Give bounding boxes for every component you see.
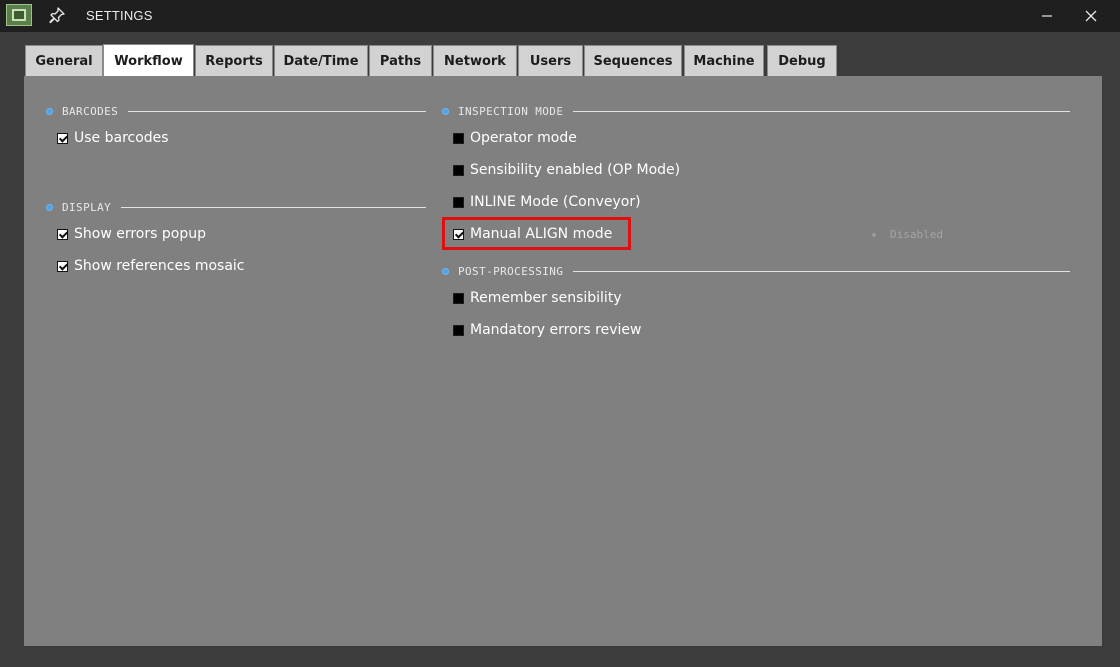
inline-status: Disabled — [872, 228, 943, 241]
close-button[interactable] — [1076, 4, 1106, 28]
checkbox-unchecked-icon[interactable] — [453, 164, 464, 176]
checkbox-label: Operator mode — [470, 130, 577, 146]
show-errors-popup-checkbox[interactable]: Show errors popup — [57, 224, 206, 244]
checkbox-checked-icon[interactable] — [57, 132, 68, 144]
window-title: SETTINGS — [86, 8, 153, 23]
section-title: POST-PROCESSING — [458, 264, 564, 278]
inline-mode-checkbox[interactable]: INLINE Mode (Conveyor) — [453, 192, 641, 212]
checkbox-checked-icon[interactable] — [57, 228, 68, 240]
section-bullet-icon — [47, 108, 52, 114]
app-logo-icon — [6, 4, 32, 26]
section-post-processing: POST-PROCESSING — [443, 264, 1070, 278]
minimize-button[interactable] — [1032, 4, 1062, 28]
tab-debug[interactable]: Debug — [767, 45, 837, 76]
section-bullet-icon — [443, 108, 448, 114]
checkbox-label: Sensibility enabled (OP Mode) — [470, 162, 681, 178]
checkbox-unchecked-icon[interactable] — [453, 132, 464, 144]
checkbox-unchecked-icon[interactable] — [453, 292, 464, 304]
section-bullet-icon — [47, 204, 52, 210]
tab-reports[interactable]: Reports — [195, 45, 273, 76]
checkbox-unchecked-icon[interactable] — [453, 324, 464, 336]
inline-status-text: Disabled — [890, 228, 943, 241]
highlight-box — [442, 217, 631, 250]
section-title: INSPECTION MODE — [458, 104, 564, 118]
workflow-panel: BARCODES Use barcodes DISPLAY Show error… — [24, 76, 1102, 646]
section-divider — [128, 110, 426, 112]
sensibility-enabled-checkbox[interactable]: Sensibility enabled (OP Mode) — [453, 160, 680, 180]
pin-icon[interactable] — [48, 6, 66, 24]
tab-workflow[interactable]: Workflow — [103, 44, 194, 77]
status-dot-icon — [872, 232, 876, 237]
section-bullet-icon — [443, 268, 448, 274]
tab-date-time[interactable]: Date/Time — [274, 45, 368, 76]
tab-paths[interactable]: Paths — [369, 45, 432, 76]
mandatory-errors-review-checkbox[interactable]: Mandatory errors review — [453, 320, 641, 340]
operator-mode-checkbox[interactable]: Operator mode — [453, 128, 577, 148]
section-title: DISPLAY — [62, 200, 112, 214]
use-barcodes-checkbox[interactable]: Use barcodes — [57, 128, 169, 148]
section-divider — [121, 206, 426, 208]
section-barcodes: BARCODES — [47, 104, 426, 118]
checkbox-checked-icon[interactable] — [57, 260, 68, 272]
section-display: DISPLAY — [47, 200, 426, 214]
checkbox-label: Remember sensibility — [470, 290, 622, 306]
section-divider — [573, 270, 1070, 272]
checkbox-label: INLINE Mode (Conveyor) — [470, 194, 641, 210]
section-title: BARCODES — [62, 104, 119, 118]
title-bar: SETTINGS — [0, 0, 1120, 32]
tab-users[interactable]: Users — [518, 45, 583, 76]
checkbox-unchecked-icon[interactable] — [453, 196, 464, 208]
checkbox-label: Mandatory errors review — [470, 322, 642, 338]
tab-network[interactable]: Network — [433, 45, 517, 76]
remember-sensibility-checkbox[interactable]: Remember sensibility — [453, 288, 622, 308]
tab-machine[interactable]: Machine — [684, 45, 764, 76]
tab-sequences[interactable]: Sequences — [584, 45, 682, 76]
checkbox-label: Use barcodes — [74, 130, 169, 146]
show-references-mosaic-checkbox[interactable]: Show references mosaic — [57, 256, 244, 276]
settings-window: General Workflow Reports Date/Time Paths… — [8, 32, 1112, 667]
checkbox-label: Show references mosaic — [74, 258, 245, 274]
checkbox-label: Show errors popup — [74, 226, 206, 242]
section-inspection-mode: INSPECTION MODE — [443, 104, 1070, 118]
section-divider — [573, 110, 1070, 112]
tab-general[interactable]: General — [25, 45, 103, 76]
